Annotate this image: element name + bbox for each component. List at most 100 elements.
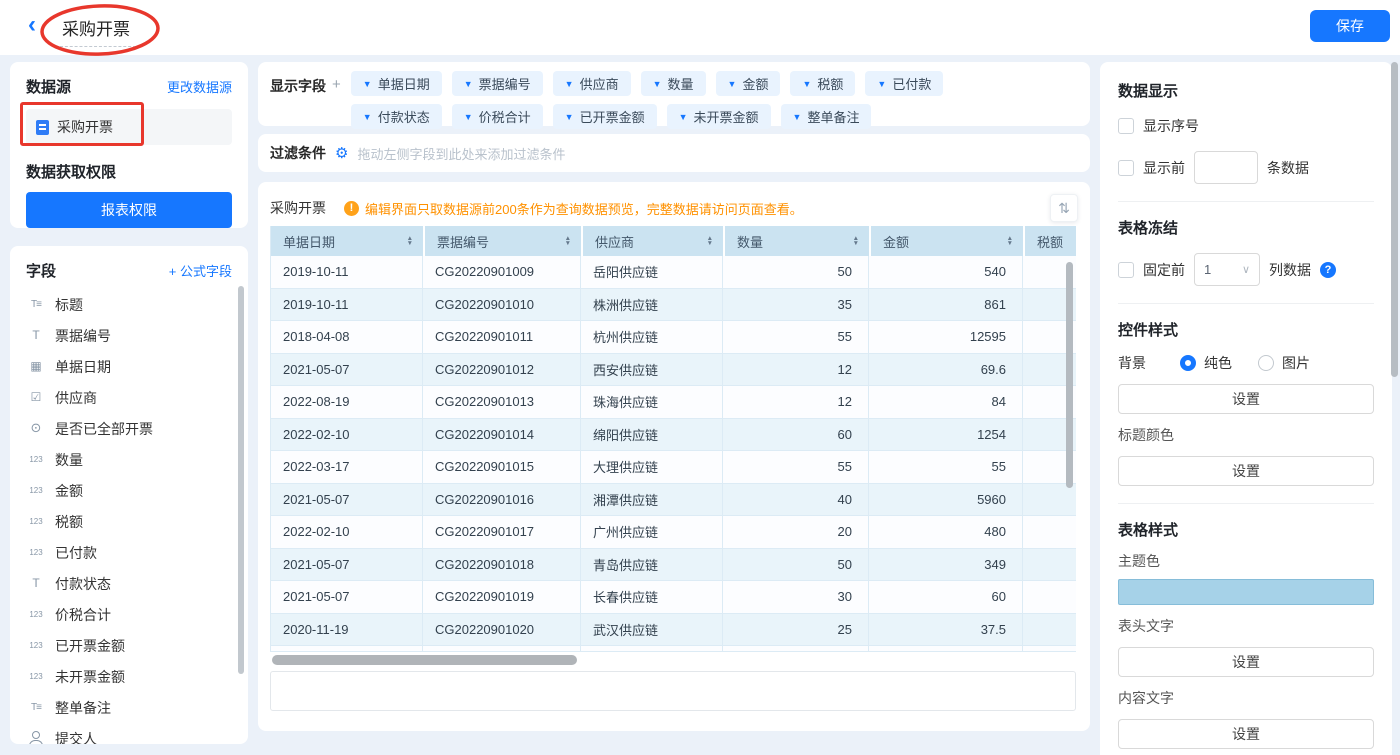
- table-column-header[interactable]: 数量: [723, 226, 869, 256]
- background-label: 背景: [1118, 353, 1180, 373]
- display-field-chip[interactable]: ▼ 金额: [716, 71, 781, 96]
- theme-color-swatch[interactable]: [1118, 579, 1374, 605]
- help-icon[interactable]: ?: [1320, 262, 1336, 278]
- chevron-down-icon: ∨: [1242, 263, 1250, 276]
- chip-label: 已付款: [892, 74, 931, 93]
- display-field-chip[interactable]: ▼ 供应商: [553, 71, 631, 96]
- back-icon[interactable]: ‹: [28, 11, 36, 39]
- field-item[interactable]: 单据日期: [26, 351, 232, 382]
- field-label: 付款状态: [55, 574, 111, 594]
- fields-title: 字段: [26, 260, 56, 281]
- cell-doc-date: 2019-10-11: [271, 256, 423, 289]
- page-title[interactable]: 采购开票: [60, 15, 136, 47]
- save-button[interactable]: 保存: [1310, 10, 1390, 42]
- column-sort-icon[interactable]: [707, 236, 713, 247]
- table-column-header[interactable]: 供应商: [581, 226, 723, 256]
- table-column-header[interactable]: 税额: [1023, 226, 1076, 256]
- field-type-icon: [26, 391, 46, 404]
- field-type-icon: [26, 298, 46, 311]
- field-label: 税额: [55, 512, 83, 532]
- gear-icon[interactable]: ⚙: [335, 144, 348, 162]
- table-column-header[interactable]: 金额: [869, 226, 1023, 256]
- display-field-chip[interactable]: ▼ 付款状态: [351, 104, 442, 129]
- field-item[interactable]: 是否已全部开票: [26, 413, 232, 444]
- display-field-chip[interactable]: ▼ 已付款: [865, 71, 943, 96]
- cell-supplier: 绵阳供应链: [581, 419, 723, 452]
- field-item[interactable]: 已付款: [26, 537, 232, 568]
- display-field-chip[interactable]: ▼ 票据编号: [452, 71, 543, 96]
- field-label: 是否已全部开票: [55, 419, 153, 439]
- cell-amount: 540: [869, 256, 1023, 289]
- datasource-item[interactable]: 采购开票: [26, 109, 232, 145]
- field-label: 标题: [55, 295, 83, 315]
- field-item[interactable]: 提交人: [26, 723, 232, 744]
- chip-label: 单据日期: [378, 74, 430, 93]
- column-sort-icon[interactable]: [853, 236, 859, 247]
- cell-quantity: 50: [723, 256, 869, 289]
- show-first-label: 显示前: [1143, 158, 1185, 178]
- field-item[interactable]: 已开票金额: [26, 630, 232, 661]
- field-item[interactable]: 税额: [26, 506, 232, 537]
- add-formula-field-link[interactable]: + 公式字段: [169, 261, 232, 280]
- cell-tax: [1023, 614, 1076, 647]
- cell-doc-date: 2020-11-19: [271, 614, 423, 647]
- cell-supplier: 杭州供应链: [581, 321, 723, 354]
- cell-invoice-no: CG20220901019: [423, 581, 581, 614]
- cell-supplier: 岳阳供应链: [581, 256, 723, 289]
- column-sort-icon[interactable]: [1007, 236, 1013, 247]
- header-text-set-button[interactable]: 设置: [1118, 647, 1374, 677]
- cell-quantity: 40: [723, 484, 869, 517]
- field-label: 整单备注: [55, 698, 111, 718]
- field-item[interactable]: 金额: [26, 475, 232, 506]
- field-item[interactable]: 供应商: [26, 382, 232, 413]
- field-item[interactable]: 票据编号: [26, 320, 232, 351]
- table-column-header[interactable]: 票据编号: [423, 226, 581, 256]
- display-field-chip[interactable]: ▼ 单据日期: [351, 71, 442, 96]
- field-item[interactable]: 价税合计: [26, 599, 232, 630]
- fields-scrollbar[interactable]: [238, 286, 244, 674]
- show-first-unit: 条数据: [1267, 158, 1309, 178]
- chip-label: 付款状态: [378, 107, 430, 126]
- display-field-chip[interactable]: ▼ 税额: [790, 71, 855, 96]
- freeze-checkbox[interactable]: [1118, 262, 1134, 278]
- freeze-count-select[interactable]: 1 ∨: [1194, 253, 1260, 286]
- display-field-chip[interactable]: ▼ 整单备注: [781, 104, 872, 129]
- filter-dropzone-placeholder[interactable]: 拖动左侧字段到此处来添加过滤条件: [357, 144, 565, 163]
- table-horizontal-scrollbar[interactable]: [272, 655, 577, 665]
- report-permission-button[interactable]: 报表权限: [26, 192, 232, 228]
- field-item[interactable]: 数量: [26, 444, 232, 475]
- title-color-set-button[interactable]: 设置: [1118, 456, 1374, 486]
- field-type-icon: [26, 670, 46, 683]
- show-first-count-input[interactable]: [1194, 151, 1258, 184]
- background-set-button[interactable]: 设置: [1118, 384, 1374, 414]
- show-index-checkbox[interactable]: [1118, 118, 1134, 134]
- chevron-down-icon: ▼: [802, 79, 811, 89]
- content-text-set-button[interactable]: 设置: [1118, 719, 1374, 749]
- table-vertical-scrollbar[interactable]: [1066, 262, 1073, 488]
- display-field-chip[interactable]: ▼ 已开票金额: [553, 104, 657, 129]
- filter-panel: 过滤条件 ⚙ 拖动左侧字段到此处来添加过滤条件: [258, 134, 1090, 172]
- field-item[interactable]: 标题: [26, 289, 232, 320]
- field-item[interactable]: 付款状态: [26, 568, 232, 599]
- show-first-checkbox[interactable]: [1118, 160, 1134, 176]
- settings-panel-scrollbar[interactable]: [1391, 62, 1398, 377]
- cell-supplier: 广州供应链: [581, 516, 723, 549]
- display-field-chip[interactable]: ▼ 数量: [641, 71, 706, 96]
- column-sort-icon[interactable]: [407, 236, 413, 247]
- table-column-header[interactable]: 单据日期: [271, 226, 423, 256]
- add-display-field-icon[interactable]: +: [332, 76, 341, 117]
- solid-color-radio[interactable]: [1180, 355, 1196, 371]
- display-field-chip[interactable]: ▼ 未开票金额: [667, 104, 771, 129]
- cell-amount: 1254: [869, 419, 1023, 452]
- field-item[interactable]: 未开票金额: [26, 661, 232, 692]
- column-sort-icon[interactable]: [565, 236, 571, 247]
- chevron-down-icon: ▼: [363, 79, 372, 89]
- warning-icon: !: [344, 201, 359, 216]
- widget-style-title: 控件样式: [1118, 319, 1374, 340]
- sort-order-button[interactable]: ⇅: [1050, 194, 1078, 222]
- field-item[interactable]: 整单备注: [26, 692, 232, 723]
- change-datasource-link[interactable]: 更改数据源: [167, 77, 232, 96]
- display-field-chip[interactable]: ▼ 价税合计: [452, 104, 543, 129]
- table-horizontal-scrollbar-track: [270, 655, 1076, 665]
- image-radio[interactable]: [1258, 355, 1274, 371]
